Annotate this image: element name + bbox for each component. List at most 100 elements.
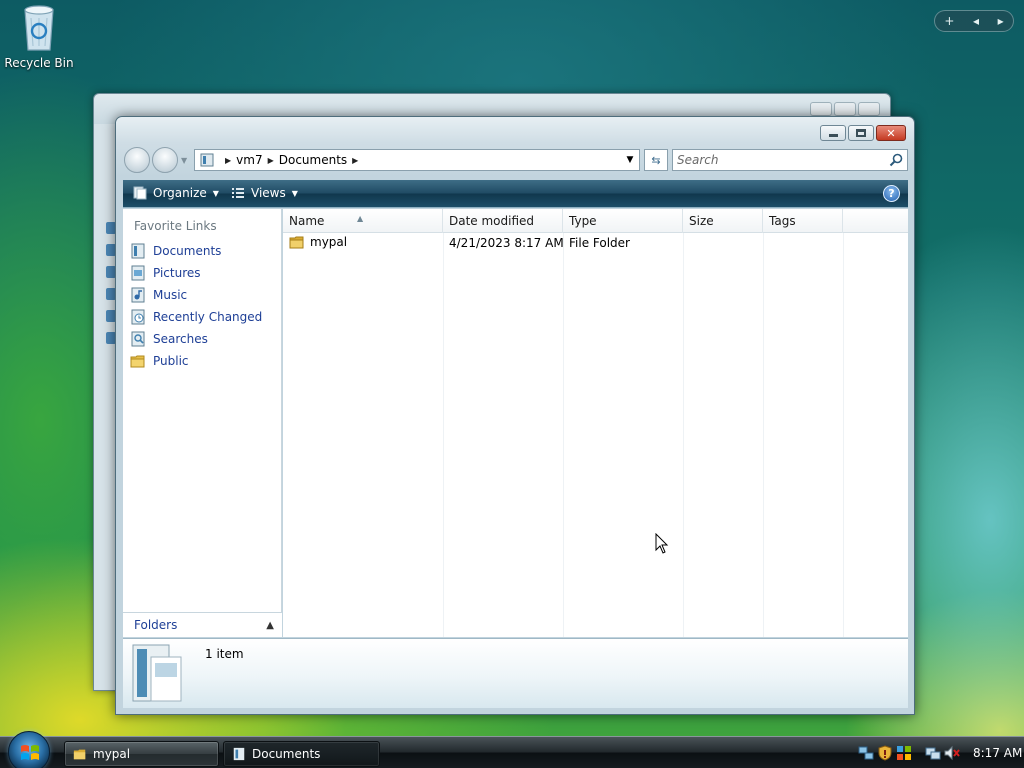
- file-date-modified: 4/21/2023 8:17 AM: [449, 236, 564, 250]
- column-header-row: Name ▲ Date modified Type Size Tags: [283, 209, 908, 233]
- add-gadget-button[interactable]: +: [944, 14, 954, 28]
- background-maximize-button[interactable]: [834, 102, 856, 116]
- taskbar-button-label: mypal: [93, 747, 131, 761]
- file-name-cell: mypal: [289, 234, 347, 250]
- favorite-link-recently-changed[interactable]: Recently Changed: [130, 307, 278, 327]
- column-header-type[interactable]: Type: [563, 209, 683, 233]
- music-icon: [131, 287, 145, 303]
- column-divider: [843, 233, 844, 637]
- breadcrumb-vm7[interactable]: vm7: [236, 153, 262, 167]
- link-label: Searches: [153, 332, 208, 346]
- taskbar-button-label: Documents: [252, 747, 321, 761]
- search-icon[interactable]: [889, 153, 903, 167]
- recently-changed-icon: [131, 309, 145, 325]
- favorite-link-documents[interactable]: Documents: [130, 241, 278, 261]
- search-box: [672, 149, 908, 171]
- command-bar: Organize ▼ Views ▼ ?: [123, 180, 908, 208]
- close-icon: ✕: [886, 126, 896, 140]
- address-bar[interactable]: ▶ vm7 ▶ Documents ▶ ▼: [194, 149, 640, 171]
- volume-muted-icon[interactable]: [944, 745, 960, 761]
- back-button[interactable]: [124, 147, 150, 173]
- chevron-down-icon: ▼: [291, 188, 298, 198]
- organize-icon: [133, 186, 147, 200]
- link-label: Music: [153, 288, 188, 302]
- start-button[interactable]: [8, 731, 50, 768]
- link-label: Pictures: [153, 266, 201, 280]
- favorite-link-pictures[interactable]: Pictures: [130, 263, 278, 283]
- background-close-button[interactable]: [858, 102, 880, 116]
- help-button[interactable]: ?: [883, 185, 900, 202]
- column-divider: [443, 233, 444, 637]
- organize-menu-button[interactable]: Organize ▼: [133, 186, 219, 200]
- previous-gadget-button[interactable]: ◂: [973, 14, 979, 28]
- file-name: mypal: [310, 235, 348, 249]
- desktop-icon-label: Recycle Bin: [4, 56, 74, 70]
- desktop-icon-recycle-bin[interactable]: Recycle Bin: [4, 4, 74, 70]
- mouse-cursor-icon: [655, 533, 669, 554]
- minimize-icon: [828, 134, 838, 137]
- taskbar-button-mypal[interactable]: mypal: [64, 741, 219, 767]
- sort-ascending-icon: ▲: [357, 214, 364, 223]
- link-label: Documents: [153, 244, 222, 258]
- recent-pages-dropdown-icon[interactable]: ▼: [181, 156, 187, 165]
- searches-icon: [131, 331, 145, 347]
- folders-label: Folders: [134, 618, 178, 632]
- refresh-button[interactable]: ⇆: [644, 149, 668, 171]
- file-list: Name ▲ Date modified Type Size Tags mypa…: [283, 209, 908, 637]
- window-controls: ✕: [820, 125, 906, 141]
- maximize-button[interactable]: [848, 125, 874, 141]
- table-row[interactable]: mypal 4/21/2023 8:17 AM File Folder: [283, 233, 908, 253]
- security-shield-icon[interactable]: [877, 745, 893, 761]
- windows-update-icon[interactable]: [896, 745, 912, 761]
- column-divider: [563, 233, 564, 637]
- public-folder-icon: [130, 355, 145, 368]
- address-dropdown-icon[interactable]: ▼: [621, 150, 639, 170]
- taskbar: mypal Documents 8:17 AM: [0, 731, 1024, 768]
- windows-logo-icon: [21, 745, 39, 760]
- file-type: File Folder: [569, 236, 630, 250]
- search-input[interactable]: [673, 150, 883, 170]
- desktop: Recycle Bin + ◂ ▸ ✕ ▼ ▶ vm7 ▶ Documents …: [0, 0, 1024, 736]
- column-header-size[interactable]: Size: [683, 209, 763, 233]
- column-header-date-modified[interactable]: Date modified: [443, 209, 563, 233]
- chevron-down-icon: ▼: [212, 188, 219, 198]
- minimize-button[interactable]: [820, 125, 846, 141]
- column-header-tags[interactable]: Tags: [763, 209, 843, 233]
- background-window-controls: [810, 102, 880, 116]
- next-gadget-button[interactable]: ▸: [998, 14, 1004, 28]
- recycle-bin-icon: [24, 5, 54, 51]
- background-minimize-button[interactable]: [810, 102, 832, 116]
- refresh-icon: ⇆: [651, 153, 661, 167]
- taskbar-button-documents[interactable]: Documents: [223, 741, 380, 767]
- navigation-pane: Favorite Links Documents Pictures Music: [123, 209, 282, 637]
- pictures-icon: [131, 265, 145, 281]
- breadcrumb-separator-icon[interactable]: ▶: [352, 156, 358, 165]
- breadcrumb-separator-icon[interactable]: ▶: [225, 156, 231, 165]
- explorer-window[interactable]: ✕ ▼ ▶ vm7 ▶ Documents ▶ ▼ ⇆ Search Organ…: [115, 116, 915, 715]
- favorite-link-music[interactable]: Music: [130, 285, 278, 305]
- close-button[interactable]: ✕: [876, 125, 906, 141]
- documents-icon: [200, 153, 214, 167]
- help-icon: ?: [888, 187, 895, 200]
- views-menu-button[interactable]: Views ▼: [231, 186, 298, 200]
- breadcrumb-separator-icon[interactable]: ▶: [268, 156, 274, 165]
- favorite-links-header: Favorite Links: [134, 219, 217, 233]
- column-header-name[interactable]: Name ▲: [283, 209, 443, 233]
- system-tray: 8:17 AM: [854, 737, 1024, 768]
- documents-icon: [131, 243, 145, 259]
- favorite-link-public[interactable]: Public: [130, 351, 278, 371]
- network-tray-icon[interactable]: [858, 745, 874, 761]
- folder-icon: [73, 749, 86, 760]
- link-label: Recently Changed: [153, 310, 263, 324]
- views-label: Views: [251, 186, 286, 200]
- forward-button[interactable]: [152, 147, 178, 173]
- organize-label: Organize: [153, 186, 207, 200]
- clock[interactable]: 8:17 AM: [973, 746, 1022, 760]
- breadcrumb-documents[interactable]: Documents: [279, 153, 347, 167]
- network-connections-icon[interactable]: [925, 745, 941, 761]
- favorite-link-searches[interactable]: Searches: [130, 329, 278, 349]
- documents-library-icon: [132, 644, 182, 702]
- item-count: 1 item: [205, 647, 244, 661]
- sidebar-gadget-bar: + ◂ ▸: [934, 10, 1014, 32]
- folders-toggle[interactable]: Folders ▲: [123, 612, 282, 637]
